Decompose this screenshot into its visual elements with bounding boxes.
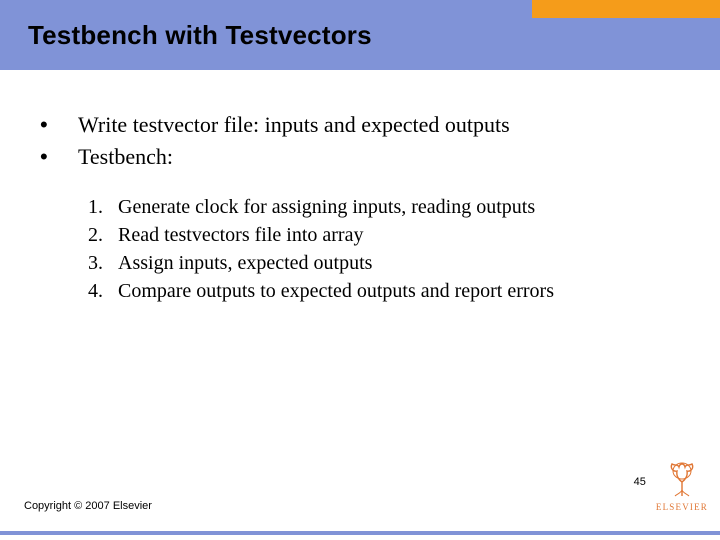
bullet-dot-icon: • xyxy=(30,142,78,171)
list-number: 1. xyxy=(88,193,118,221)
list-text: Assign inputs, expected outputs xyxy=(118,249,372,277)
copyright-text: Copyright © 2007 Elsevier xyxy=(24,500,152,512)
list-text: Compare outputs to expected outputs and … xyxy=(118,277,554,305)
list-number: 4. xyxy=(88,277,118,305)
slide-title: Testbench with Testvectors xyxy=(28,20,372,51)
elsevier-logo: ELSEVIER xyxy=(656,458,708,512)
list-text: Read testvectors file into array xyxy=(118,221,363,249)
bullet-text: Testbench: xyxy=(78,142,173,171)
accent-rectangle xyxy=(532,0,720,18)
footer-right: 45 ELSEVIER xyxy=(634,458,708,512)
page-number: 45 xyxy=(634,476,646,512)
bullet-list: • Write testvector file: inputs and expe… xyxy=(30,110,690,171)
list-item: 2. Read testvectors file into array xyxy=(88,221,690,249)
bullet-text: Write testvector file: inputs and expect… xyxy=(78,110,510,139)
slide-content: • Write testvector file: inputs and expe… xyxy=(0,70,720,305)
slide-footer: Copyright © 2007 Elsevier 45 ELSEVIER xyxy=(24,458,708,512)
title-band: Testbench with Testvectors xyxy=(0,0,720,70)
list-item: 4. Compare outputs to expected outputs a… xyxy=(88,277,690,305)
list-text: Generate clock for assigning inputs, rea… xyxy=(118,193,535,221)
list-number: 2. xyxy=(88,221,118,249)
bullet-item: • Testbench: xyxy=(30,142,690,171)
bullet-item: • Write testvector file: inputs and expe… xyxy=(30,110,690,139)
bottom-accent-line xyxy=(0,531,720,535)
numbered-list: 1. Generate clock for assigning inputs, … xyxy=(30,193,690,305)
list-number: 3. xyxy=(88,249,118,277)
bullet-dot-icon: • xyxy=(30,110,78,139)
list-item: 1. Generate clock for assigning inputs, … xyxy=(88,193,690,221)
list-item: 3. Assign inputs, expected outputs xyxy=(88,249,690,277)
logo-text: ELSEVIER xyxy=(656,502,708,512)
tree-logo-icon xyxy=(661,458,703,500)
